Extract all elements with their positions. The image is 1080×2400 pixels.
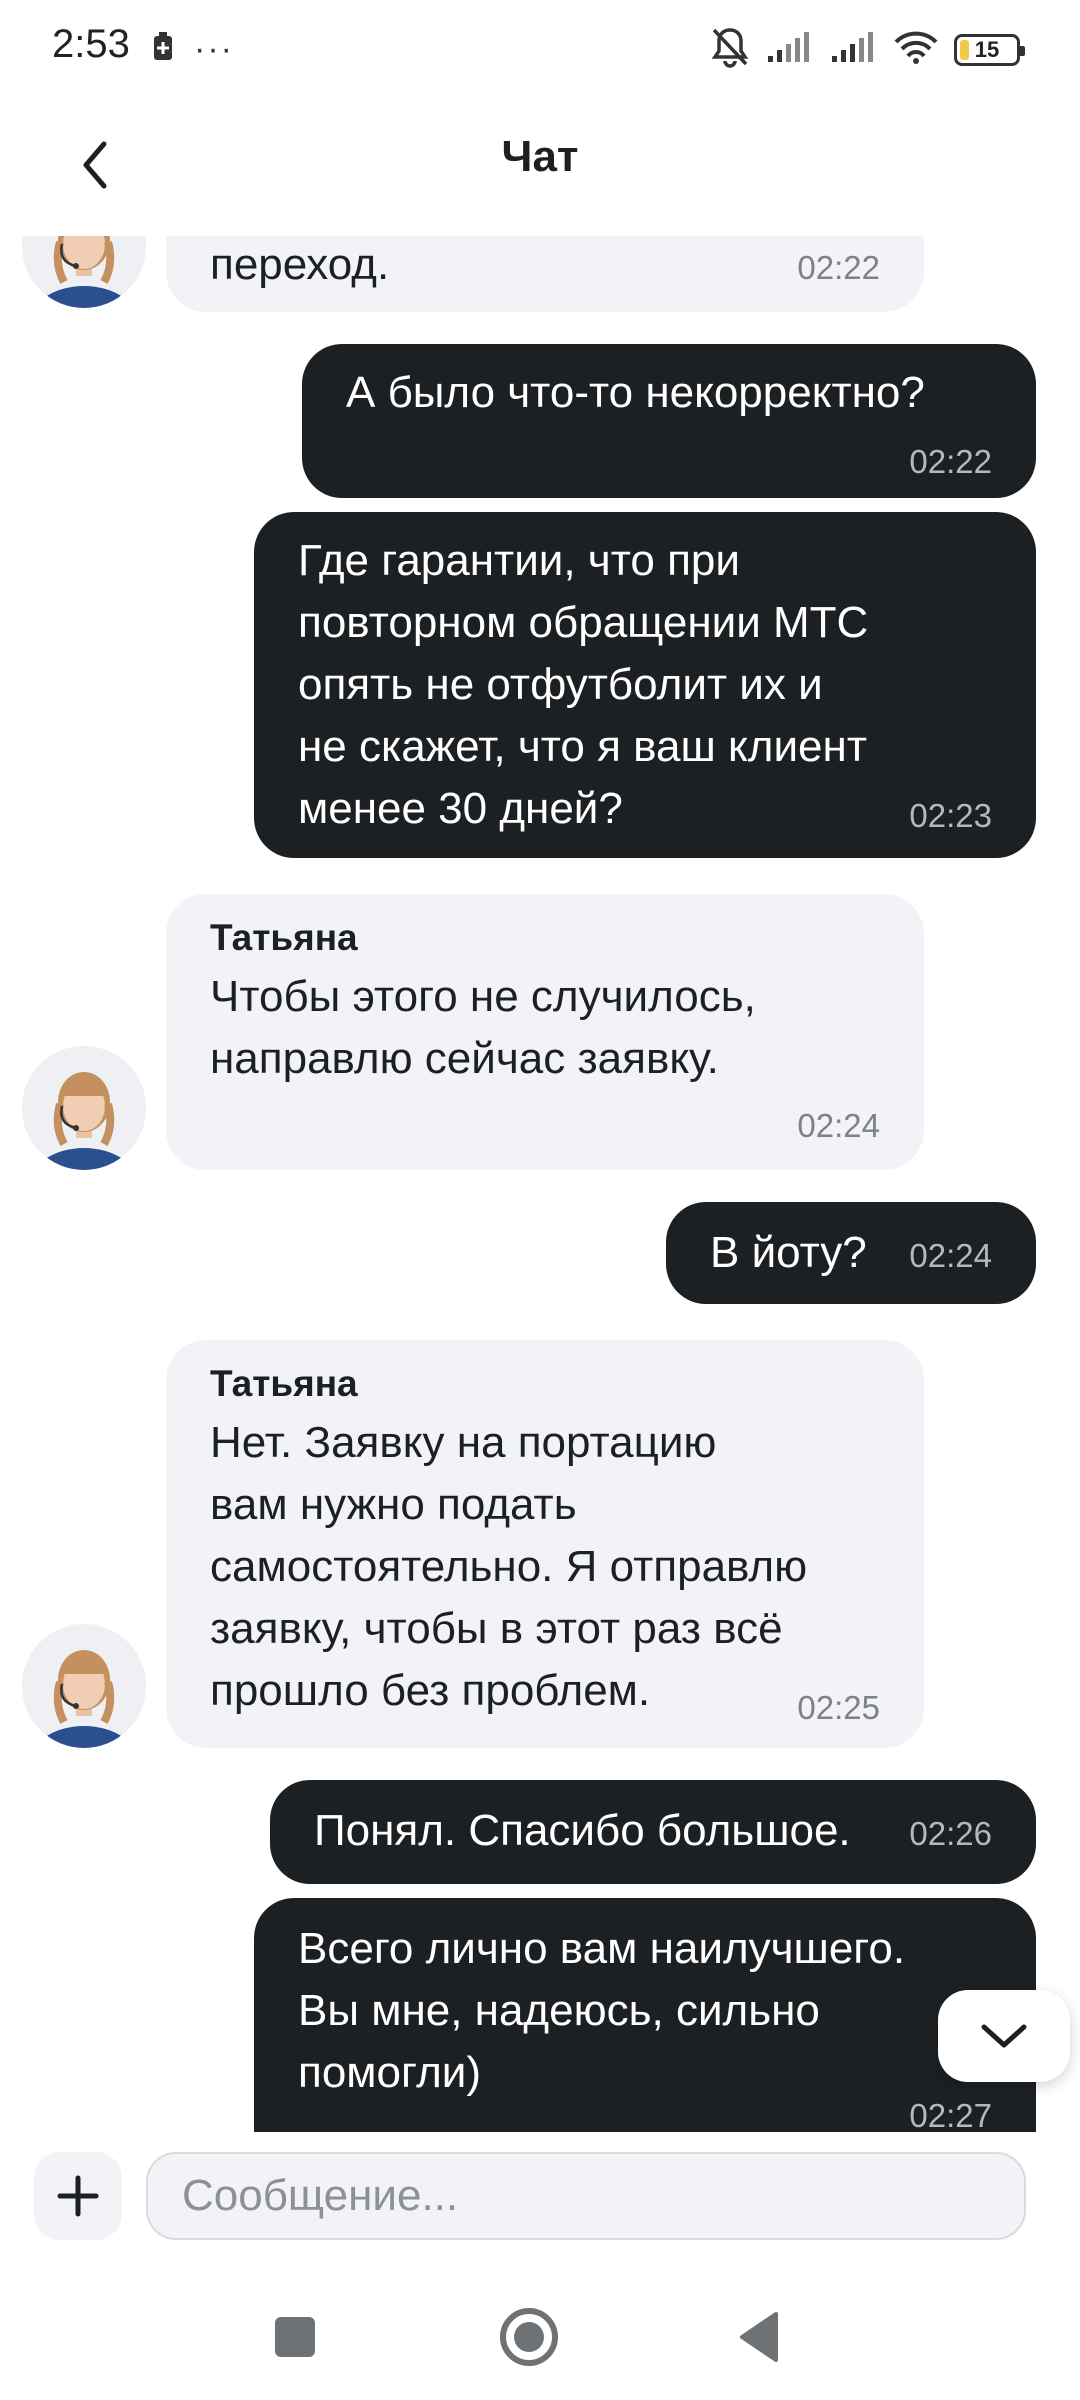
chat-header: Чат <box>0 96 1080 236</box>
message-time: 02:23 <box>909 797 992 834</box>
message-time: 02:25 <box>797 1689 880 1726</box>
message-time: 02:24 <box>909 1237 992 1274</box>
plus-icon <box>57 2175 99 2217</box>
message-line: Чтобы этого не случилось, <box>210 972 756 1021</box>
battery-saver-icon <box>152 32 174 67</box>
sender-name: Татьяна <box>210 917 358 958</box>
signal-icon-1 <box>766 30 814 69</box>
avatar <box>22 1046 146 1170</box>
message-text: переход. <box>210 240 390 289</box>
message-text: Нет. Заявку на портацию вам нужно подать… <box>210 1412 807 1722</box>
message-text: Где гарантии, что при повторном обращени… <box>298 530 868 840</box>
message-incoming: переход. 02:22 <box>166 236 924 312</box>
battery-icon: 15 <box>954 33 1025 66</box>
message-line: повторном обращении МТС <box>298 598 869 647</box>
status-overflow-dots: ··· <box>194 30 234 68</box>
message-time: 02:26 <box>909 1815 992 1852</box>
message-line: Нет. Заявку на портацию <box>210 1418 717 1467</box>
battery-level: 15 <box>974 36 1000 62</box>
home-button[interactable] <box>484 2292 574 2382</box>
message-line: направлю сейчас заявку. <box>210 1034 719 1083</box>
message-line: менее 30 дней? <box>298 784 623 833</box>
avatar <box>22 1624 146 1748</box>
message-text: В йоту? <box>710 1228 867 1277</box>
message-time: 02:27 <box>909 2097 992 2132</box>
message-outgoing: Где гарантии, что при повторном обращени… <box>254 512 1036 858</box>
message-input[interactable] <box>146 2152 1026 2240</box>
message-line: не скажет, что я ваш клиент <box>298 722 867 771</box>
status-notification-icons: ··· <box>152 30 234 69</box>
message-line: заявку, чтобы в этот раз всё <box>210 1604 783 1653</box>
message-line: Вы мне, надеюсь, сильно <box>298 1986 820 2035</box>
back-triangle-icon <box>740 2312 778 2362</box>
page-title: Чат <box>501 132 579 181</box>
recents-button[interactable] <box>250 2292 340 2382</box>
bell-off-icon <box>710 26 750 73</box>
message-outgoing: Всего лично вам наилучшего. Вы мне, наде… <box>254 1898 1036 2132</box>
scroll-to-bottom-button[interactable] <box>938 1990 1070 2082</box>
sender-name: Татьяна <box>210 1363 358 1404</box>
message-incoming: Татьяна Нет. Заявку на портацию вам нужн… <box>166 1340 924 1748</box>
message-line: самостоятельно. Я отправлю <box>210 1542 808 1591</box>
wifi-icon <box>894 30 938 69</box>
avatar <box>22 236 146 308</box>
status-right-icons: 15 <box>710 26 1025 73</box>
battery-level-fill <box>960 39 969 60</box>
chevron-down-icon <box>981 2024 1027 2048</box>
square-icon <box>275 2317 315 2357</box>
message-composer <box>0 2132 1080 2272</box>
message-line: опять не отфутболит их и <box>298 660 823 709</box>
message-outgoing: В йоту? 02:24 <box>666 1202 1036 1304</box>
back-nav-button[interactable] <box>714 2292 804 2382</box>
message-line: Всего лично вам наилучшего. <box>298 1924 906 1973</box>
message-incoming: Татьяна Чтобы этого не случилось, направ… <box>166 894 924 1170</box>
message-text: А было что-то некорректно? <box>346 368 925 417</box>
message-line: прошло без проблем. <box>210 1666 651 1715</box>
chat-messages[interactable]: переход. 02:22 А было что-то некорректно… <box>0 236 1080 2132</box>
message-outgoing: А было что-то некорректно? 02:22 <box>302 344 1036 498</box>
message-text: Всего лично вам наилучшего. Вы мне, наде… <box>298 1918 905 2104</box>
message-line: Где гарантии, что при <box>298 536 740 585</box>
message-line: вам нужно подать <box>210 1480 577 1529</box>
message-outgoing: Понял. Спасибо большое. 02:26 <box>270 1780 1036 1884</box>
system-nav-bar <box>0 2272 1080 2400</box>
message-time: 02:22 <box>797 249 880 286</box>
message-time: 02:22 <box>909 443 992 480</box>
message-text: Чтобы этого не случилось, направлю сейча… <box>210 966 756 1090</box>
attach-button[interactable] <box>34 2152 122 2240</box>
signal-icon-2 <box>830 30 878 69</box>
status-time: 2:53 <box>52 22 130 66</box>
home-circle-icon <box>500 2308 558 2366</box>
message-line: помогли) <box>298 2048 482 2097</box>
message-text: Понял. Спасибо большое. <box>314 1806 851 1855</box>
message-time: 02:24 <box>797 1107 880 1144</box>
status-bar: 2:53 ··· 15 <box>0 0 1080 96</box>
